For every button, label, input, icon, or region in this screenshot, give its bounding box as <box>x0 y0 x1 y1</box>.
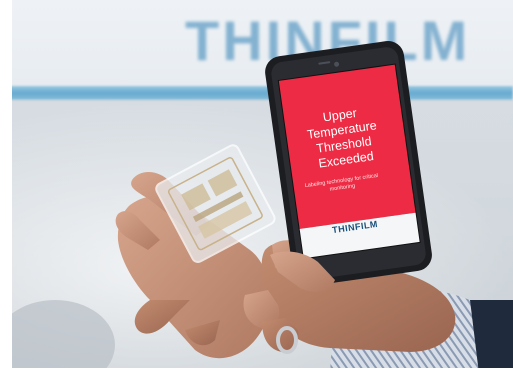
photo: THINFILM Upper Temperature Threshold Exc… <box>0 0 513 382</box>
image-border-left <box>0 0 12 382</box>
image-border-bottom <box>0 368 513 382</box>
scene-illustration <box>0 41 513 382</box>
phone-screen <box>278 64 417 230</box>
